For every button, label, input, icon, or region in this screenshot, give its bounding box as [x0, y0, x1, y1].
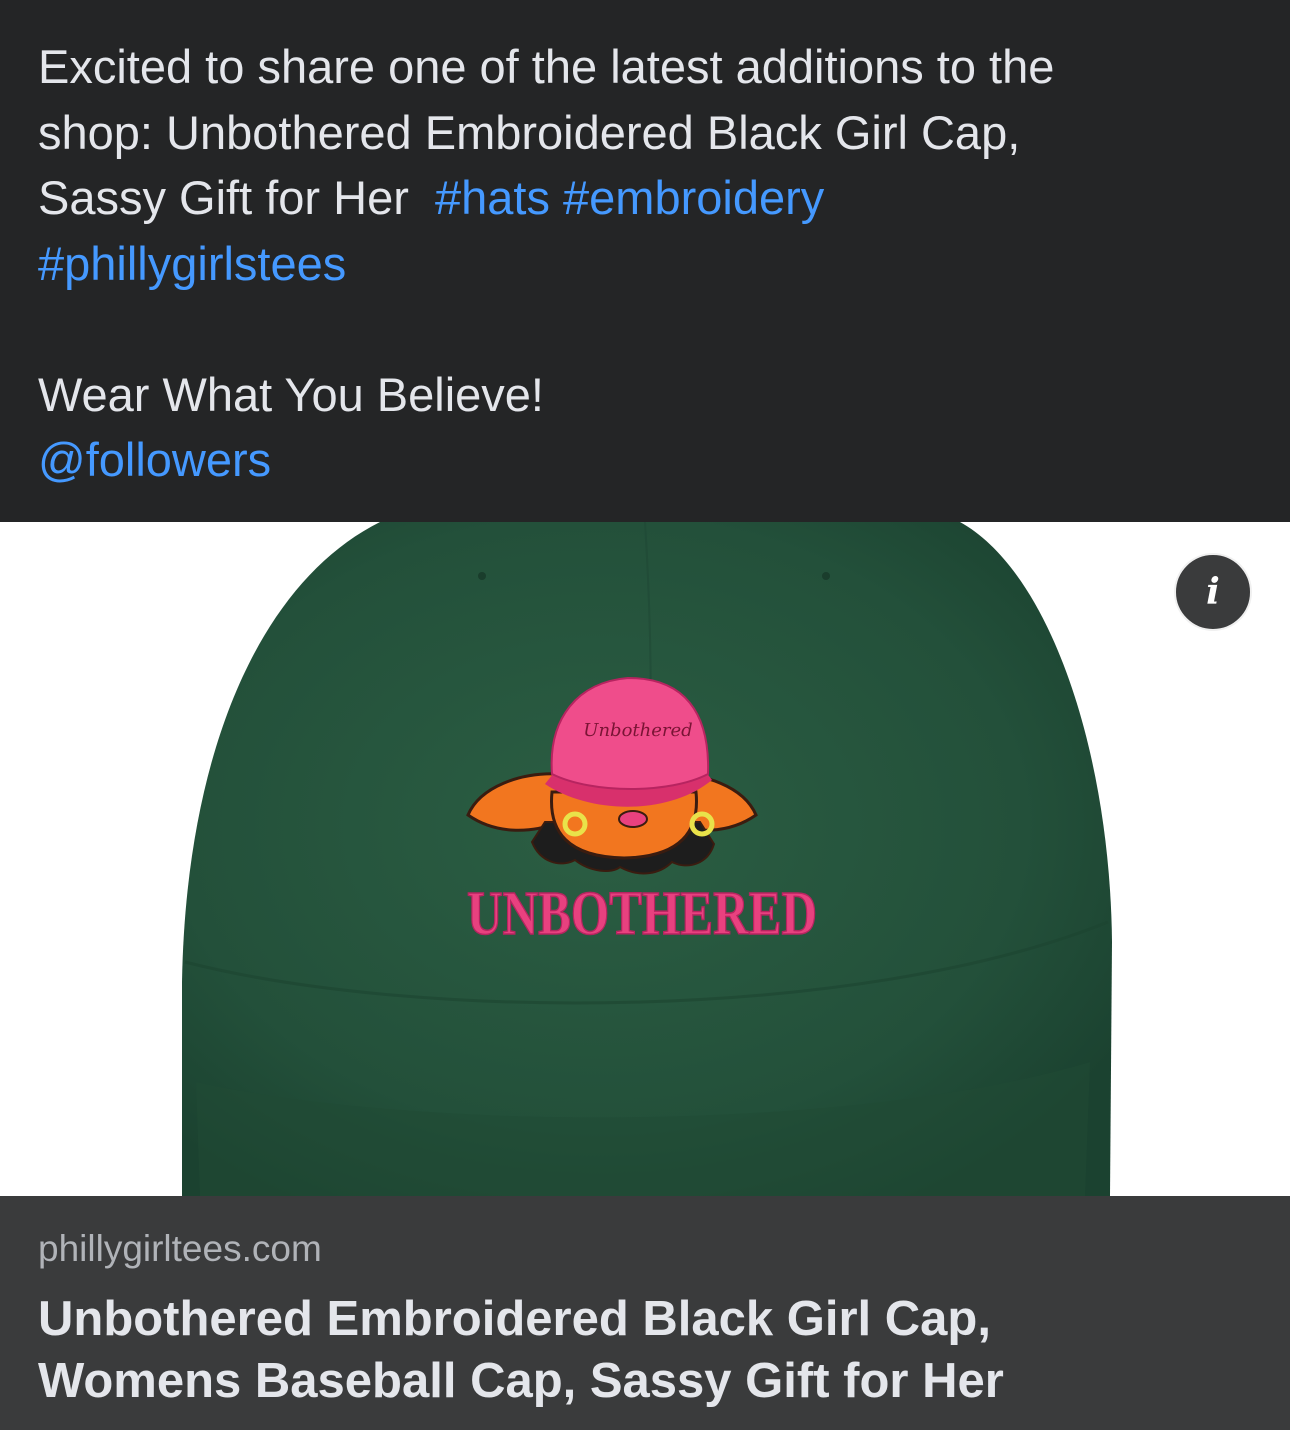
- embroidery-text: UNBOTHERED: [467, 880, 817, 948]
- link-preview-domain: phillygirltees.com: [38, 1228, 322, 1269]
- post-text-line-3: Sassy Gift for Her #hats #embroidery: [38, 165, 1250, 231]
- eyelet-left: [478, 572, 486, 580]
- link-preview-title-line-2: Womens Baseball Cap, Sassy Gift for Her: [38, 1354, 1004, 1408]
- mention-followers[interactable]: @followers: [38, 433, 271, 486]
- post-image[interactable]: Unbothered UNBOTHERED: [0, 522, 1290, 1196]
- post-text-line-3-text: Sassy Gift for Her: [38, 171, 409, 224]
- cap-illustration: Unbothered UNBOTHERED: [182, 522, 1112, 1196]
- hashtag-hats[interactable]: #hats: [435, 171, 550, 224]
- embroidery-hat-text: Unbothered: [583, 720, 692, 741]
- embroidery-lips: [618, 810, 648, 828]
- post-text: Excited to share one of the latest addit…: [0, 0, 1290, 522]
- eyelet-right: [822, 572, 830, 580]
- info-icon[interactable]: i: [1174, 553, 1252, 631]
- link-preview-title-line-1: Unbothered Embroidered Black Girl Cap,: [38, 1292, 991, 1346]
- hashtag-phillygirlstees[interactable]: #phillygirlstees: [38, 237, 346, 290]
- post-mention-line: @followers: [38, 427, 1250, 493]
- post-text-line-4: #phillygirlstees: [38, 231, 1250, 297]
- post-tagline: Wear What You Believe!: [38, 367, 544, 421]
- link-preview[interactable]: phillygirltees.com Unbothered Embroidere…: [0, 1196, 1290, 1430]
- post-text-line-2: shop: Unbothered Embroidered Black Girl …: [38, 105, 1021, 159]
- post-text-line-1: Excited to share one of the latest addit…: [38, 40, 1055, 93]
- hashtag-embroidery[interactable]: #embroidery: [563, 171, 824, 224]
